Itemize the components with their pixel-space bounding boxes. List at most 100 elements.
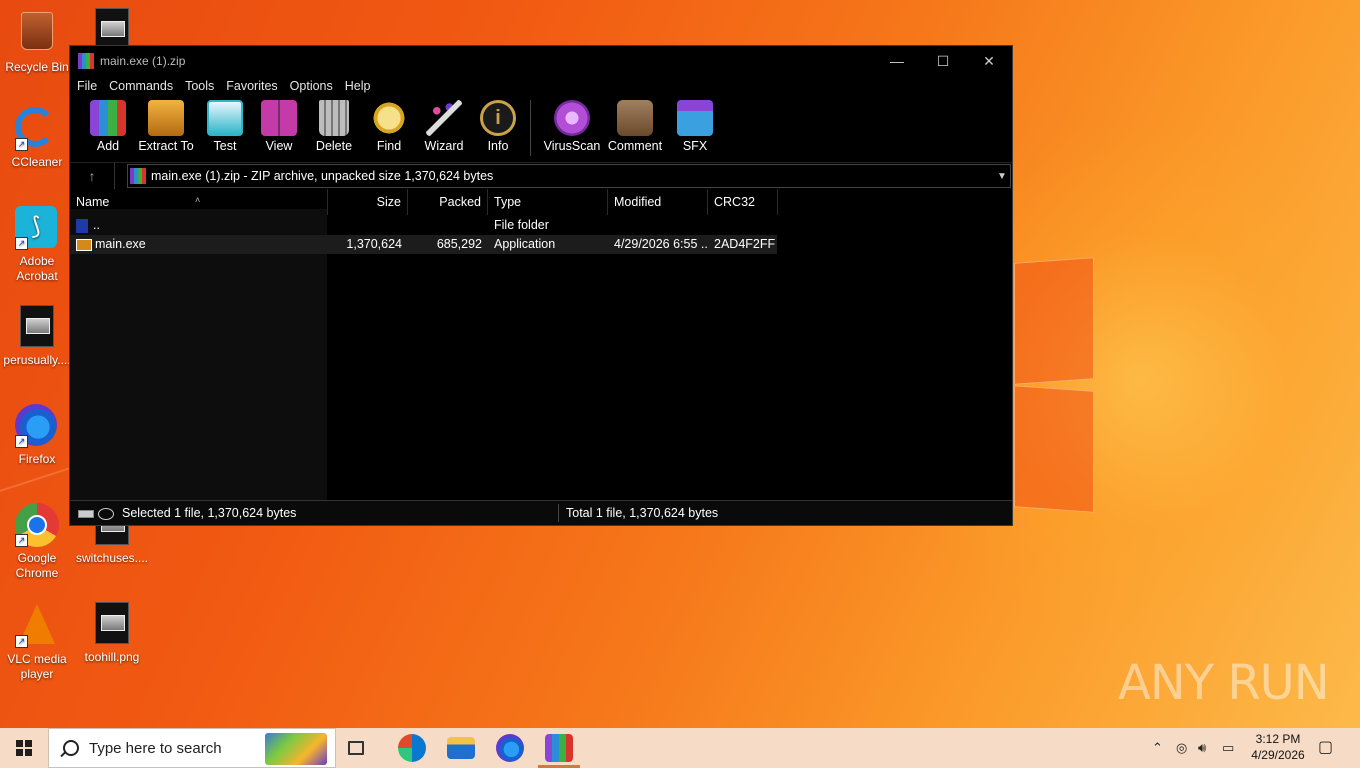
- search-box[interactable]: Type here to search: [48, 728, 336, 768]
- column-header-crc32[interactable]: CRC32: [708, 189, 778, 215]
- column-header-type[interactable]: Type: [488, 189, 608, 215]
- menu-tools[interactable]: Tools: [179, 76, 220, 96]
- desktop-icon-label: VLC media player: [7, 652, 67, 681]
- file-explorer-icon[interactable]: [447, 737, 475, 759]
- start-button[interactable]: [0, 728, 48, 768]
- row-modified: 4/29/2026 6:55 ...: [614, 237, 708, 251]
- search-placeholder: Type here to search: [89, 739, 222, 757]
- firefox-taskbar-icon[interactable]: [496, 734, 524, 762]
- folder-icon: [76, 218, 88, 233]
- desktop-icon-google-chrome[interactable]: ↗ Google Chrome: [0, 503, 74, 581]
- search-icon: [63, 740, 79, 756]
- row-packed: 685,292: [436, 237, 482, 251]
- desktop-icon-vlc[interactable]: ↗ VLC media player: [0, 602, 74, 682]
- extract-folder-icon: [148, 100, 184, 136]
- address-text: main.exe (1).zip - ZIP archive, unpacked…: [151, 169, 494, 183]
- toolbar-wizard-button[interactable]: Wizard: [416, 96, 472, 153]
- toolbar-label: Test: [213, 139, 237, 153]
- task-view-icon[interactable]: [348, 741, 364, 755]
- winrar-window: main.exe (1).zip — ☐ ✕ File Commands Too…: [69, 45, 1013, 526]
- close-button[interactable]: ✕: [966, 46, 1012, 76]
- column-header-packed[interactable]: Packed: [408, 189, 488, 215]
- shortcut-arrow-icon: ↗: [15, 635, 28, 648]
- menu-commands[interactable]: Commands: [103, 76, 179, 96]
- minimize-button[interactable]: —: [874, 46, 920, 76]
- row-name: ..: [93, 218, 100, 232]
- wizard-wand-icon: [426, 100, 462, 136]
- toolbar-delete-button[interactable]: Delete: [306, 96, 362, 153]
- column-header-name[interactable]: Name ˄: [70, 189, 328, 215]
- menu-favorites[interactable]: Favorites: [220, 76, 283, 96]
- desktop-icon-label: Google Chrome: [15, 551, 59, 580]
- add-archive-icon: [90, 100, 126, 136]
- volume-icon[interactable]: 🔊︎: [1198, 728, 1206, 768]
- delete-trash-icon: [319, 100, 349, 136]
- row-type: Application: [494, 237, 556, 251]
- row-type: File folder: [494, 218, 549, 232]
- toolbar-view-button[interactable]: View: [252, 96, 306, 153]
- windows-logo-icon: [16, 740, 32, 756]
- window-title: main.exe (1).zip: [100, 54, 186, 68]
- vlc-icon: ↗: [15, 604, 59, 648]
- menu-options[interactable]: Options: [284, 76, 339, 96]
- toolbar-extract-button[interactable]: Extract To: [134, 96, 198, 153]
- status-selected: Selected 1 file, 1,370,624 bytes: [122, 506, 297, 520]
- column-header-label: Modified: [614, 195, 662, 209]
- key-icon: [98, 507, 114, 520]
- comment-icon: [617, 100, 653, 136]
- chevron-down-icon[interactable]: ▼: [994, 171, 1010, 182]
- notification-icon[interactable]: ▢: [1318, 728, 1333, 768]
- toolbar-label: Extract To: [138, 139, 194, 153]
- ccleaner-icon: ↗: [15, 107, 59, 151]
- chrome-icon: ↗: [15, 503, 59, 547]
- recycle-bin-icon: [15, 12, 59, 56]
- desktop-icon-recycle-bin[interactable]: Recycle Bin: [0, 8, 74, 75]
- status-total: Total 1 file, 1,370,624 bytes: [566, 506, 719, 520]
- toolbar-info-button[interactable]: i Info: [472, 96, 524, 153]
- clock-date: 4/29/2026: [1251, 748, 1305, 762]
- row-size: 1,370,624: [346, 237, 402, 251]
- toolbar-virusscan-button[interactable]: VirusScan: [541, 96, 603, 153]
- clock[interactable]: 3:12 PM 4/29/2026: [1248, 731, 1308, 763]
- toolbar-add-button[interactable]: Add: [82, 96, 134, 153]
- row-name: main.exe: [95, 237, 146, 251]
- toolbar-label: Comment: [607, 139, 663, 153]
- column-header-modified[interactable]: Modified: [608, 189, 708, 215]
- table-row[interactable]: .. File folder: [70, 216, 777, 235]
- address-field[interactable]: main.exe (1).zip - ZIP archive, unpacked…: [127, 164, 1011, 188]
- info-icon: i: [480, 100, 516, 136]
- desktop-icon-label: switchuses....: [75, 551, 149, 565]
- desktop-icon-label: Firefox: [18, 452, 56, 466]
- shortcut-arrow-icon: ↗: [15, 435, 28, 448]
- desktop-icon-adobe-acrobat[interactable]: ⟆ ↗ Adobe Acrobat: [0, 206, 74, 284]
- toolbar-test-button[interactable]: Test: [198, 96, 252, 153]
- toolbar-label: View: [265, 139, 293, 153]
- sfx-archive-icon: [677, 100, 713, 136]
- network-icon[interactable]: ▭: [1222, 728, 1234, 768]
- desktop-icon-ccleaner[interactable]: ↗ CCleaner: [0, 107, 74, 170]
- toolbar-find-button[interactable]: Find: [362, 96, 416, 153]
- toolbar-comment-button[interactable]: Comment: [603, 96, 667, 153]
- up-arrow-icon[interactable]: ↑: [70, 163, 115, 189]
- desktop-icon-label: Adobe Acrobat: [16, 254, 58, 283]
- winrar-app-icon: [78, 53, 94, 69]
- desktop-icon-toohill[interactable]: toohill.png: [75, 602, 149, 665]
- meet-now-icon[interactable]: ◎: [1176, 728, 1187, 768]
- application-icon: [76, 238, 92, 251]
- wallpaper-logo-pane-top: [1014, 257, 1094, 385]
- zip-archive-icon: [130, 168, 146, 184]
- maximize-button[interactable]: ☐: [920, 46, 966, 76]
- desktop-icon-perusually[interactable]: perusually....: [0, 305, 74, 368]
- chevron-up-icon[interactable]: ⌃: [1152, 728, 1163, 768]
- column-header-size[interactable]: Size: [328, 189, 408, 215]
- acrobat-icon: ⟆ ↗: [15, 206, 59, 250]
- table-row[interactable]: main.exe 1,370,624 685,292 Application 4…: [70, 235, 777, 254]
- file-list[interactable]: Name ˄ Size Packed Type Modified CRC32 ..…: [70, 189, 1012, 501]
- edge-icon[interactable]: [398, 734, 426, 762]
- menu-help[interactable]: Help: [339, 76, 377, 96]
- winrar-taskbar-icon[interactable]: [545, 734, 573, 762]
- title-bar[interactable]: main.exe (1).zip — ☐ ✕: [70, 46, 1012, 76]
- menu-file[interactable]: File: [71, 76, 103, 96]
- toolbar-sfx-button[interactable]: SFX: [667, 96, 723, 153]
- desktop-icon-firefox[interactable]: ↗ Firefox: [0, 404, 74, 467]
